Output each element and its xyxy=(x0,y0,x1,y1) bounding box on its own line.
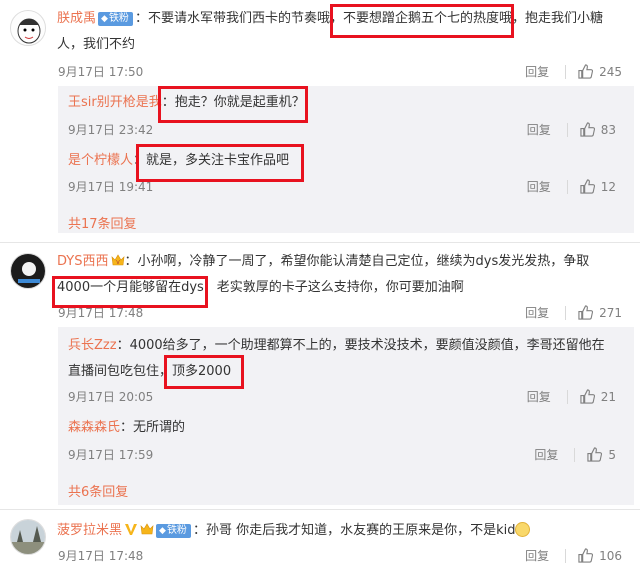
reply-username[interactable]: 兵长Zzz xyxy=(68,338,117,353)
like-count: 83 xyxy=(600,122,616,137)
smile-emoji-icon xyxy=(515,522,531,537)
like-count: 271 xyxy=(599,305,622,320)
svg-text:V: V xyxy=(116,260,120,266)
username[interactable]: 朕成禹 xyxy=(57,11,96,26)
comment-time: 9月17日 17:50 xyxy=(58,65,144,79)
reply-time: 9月17日 19:41 xyxy=(68,180,154,194)
reply-username[interactable]: 是个柠檬人 xyxy=(68,153,133,168)
reply-list: 兵长Zzz：4000给多了，一个助理都算不上的，要技术没技术，要颜值没颜值，李哥… xyxy=(58,327,634,505)
avatar[interactable] xyxy=(10,253,46,289)
reply-actions: 回复 21 xyxy=(527,388,616,405)
thumbs-up-icon xyxy=(578,548,594,563)
thumbs-up-icon xyxy=(580,389,595,404)
reply-text-line-1: ：4000给多了，一个助理都算不上的，要技术没技术，要颜值没颜值，李哥还留他在 xyxy=(116,338,605,353)
reply-text: ：就是，多关注卡宝作品吧 xyxy=(133,153,290,168)
reply-username[interactable]: 王sir别开枪是我 xyxy=(68,95,162,110)
action-divider xyxy=(566,179,568,194)
reply-body: 兵长Zzz：4000给多了，一个助理都算不上的，要技术没技术，要颜值没颜值，李哥… xyxy=(68,333,608,385)
like-button[interactable]: 21 xyxy=(580,389,616,404)
comment-2: DYS西西 V ：小孙啊，冷静了一周了，希望你能认清楚自己定位，继续为dys发光发热… xyxy=(0,243,640,505)
comment-actions: 回复 106 xyxy=(525,547,622,564)
reply-actions: 回复 12 xyxy=(527,178,616,195)
action-divider xyxy=(574,447,576,462)
reply-button[interactable]: 回复 xyxy=(525,547,549,564)
reply-button[interactable]: 回复 xyxy=(525,63,549,80)
like-button[interactable]: 12 xyxy=(580,179,616,194)
comment-text-line-2: 人，我们不约 xyxy=(57,37,136,52)
reply-list: 王sir别开枪是我：抱走？你就是起重机？ 9月17日 23:42 回复 83 是… xyxy=(58,86,634,233)
avatar[interactable] xyxy=(10,519,46,555)
comment-body: 菠罗拉米黑 ◆铁粉 ：孙哥 你走后我才知道，水友赛的王原来是你，不是kid xyxy=(57,518,627,544)
comment-text: ：孙哥 你走后我才知道，水友赛的王原来是你，不是kid xyxy=(192,523,516,538)
avatar-logo-icon xyxy=(11,254,45,288)
like-count: 21 xyxy=(600,389,616,404)
comment-text-line-1: ：不要请水军带我们西卡的节奏哦，不要想蹭企鹅五个七的热度哦，抱走我们小糖 xyxy=(134,11,603,26)
reply-button[interactable]: 回复 xyxy=(527,178,551,195)
comment-actions: 回复 271 xyxy=(525,304,622,321)
comment-actions: 回复 245 xyxy=(525,63,622,80)
reply-body: 王sir别开枪是我：抱走？你就是起重机？ xyxy=(68,90,608,116)
comment-text-line-2: 4000一个月能够留在dys，老实敦厚的卡子这么支持你，你可要加油啊 xyxy=(57,280,464,295)
reply-text-line-2: 直播间包吃包住，顶多2000 xyxy=(68,364,232,379)
action-divider xyxy=(565,64,567,79)
reply-time: 9月17日 23:42 xyxy=(68,123,154,137)
comment-text-line-1: ：小孙啊，冷静了一周了，希望你能认清楚自己定位，继续为dys发光发热，争取 xyxy=(124,254,590,269)
like-button[interactable]: 106 xyxy=(578,548,622,563)
fan-badge: ◆铁粉 xyxy=(98,12,133,26)
like-count: 106 xyxy=(599,548,622,563)
action-divider xyxy=(566,389,568,404)
badge-icon: ◆ xyxy=(101,14,108,24)
comment-3: 菠罗拉米黑 ◆铁粉 ：孙哥 你走后我才知道，水友赛的王原来是你，不是kid 9月17… xyxy=(0,510,640,571)
like-count: 5 xyxy=(608,447,616,462)
reply-body: 是个柠檬人：就是，多关注卡宝作品吧 xyxy=(68,148,608,174)
username[interactable]: 菠罗拉米黑 xyxy=(57,523,122,538)
more-replies-link[interactable]: 共17条回复 xyxy=(68,213,137,232)
reply-button[interactable]: 回复 xyxy=(534,446,558,463)
action-divider xyxy=(565,548,567,563)
comment-1: 朕成禹 ◆铁粉 ：不要请水军带我们西卡的节奏哦，不要想蹭企鹅五个七的热度哦，抱走我们… xyxy=(0,0,640,233)
username[interactable]: DYS西西 xyxy=(57,254,109,269)
badge-icon: ◆ xyxy=(159,526,166,536)
reply-actions: 回复 5 xyxy=(534,446,616,463)
reply-text: ：无所谓的 xyxy=(120,420,186,435)
like-count: 245 xyxy=(599,64,622,79)
reply-text: ：抱走？你就是起重机？ xyxy=(161,95,305,110)
reply-button[interactable]: 回复 xyxy=(525,304,549,321)
reply-time: 9月17日 20:05 xyxy=(68,390,154,404)
thumbs-up-icon xyxy=(587,447,603,462)
avatar-cartoon-icon xyxy=(11,11,45,45)
vip-v-icon xyxy=(125,524,138,535)
fan-badge: ◆铁粉 xyxy=(156,524,191,538)
avatar-landscape-icon xyxy=(11,520,45,554)
like-button[interactable]: 5 xyxy=(587,447,616,462)
like-count: 12 xyxy=(600,179,616,194)
like-button[interactable]: 245 xyxy=(578,64,622,79)
thumbs-up-icon xyxy=(580,179,595,194)
vip-crown-icon: V xyxy=(111,254,124,266)
thumbs-up-icon xyxy=(578,64,594,79)
reply-button[interactable]: 回复 xyxy=(527,121,551,138)
vip-crown-icon xyxy=(140,523,154,535)
reply-username[interactable]: 森森森氏 xyxy=(68,420,120,435)
thumbs-up-icon xyxy=(578,305,594,320)
comment-body: DYS西西 V ：小孙啊，冷静了一周了，希望你能认清楚自己定位，继续为dys发光发热… xyxy=(57,249,627,301)
thumbs-up-icon xyxy=(580,122,595,137)
reply-button[interactable]: 回复 xyxy=(527,388,551,405)
comment-body: 朕成禹 ◆铁粉 ：不要请水军带我们西卡的节奏哦，不要想蹭企鹅五个七的热度哦，抱走我们… xyxy=(57,6,627,58)
more-replies-link[interactable]: 共6条回复 xyxy=(68,481,128,500)
action-divider xyxy=(566,122,568,137)
like-button[interactable]: 271 xyxy=(578,305,622,320)
reply-body: 森森森氏：无所谓的 xyxy=(68,415,608,441)
like-button[interactable]: 83 xyxy=(580,122,616,137)
avatar[interactable] xyxy=(10,10,46,46)
comment-time: 9月17日 17:48 xyxy=(58,306,144,320)
action-divider xyxy=(565,305,567,320)
reply-actions: 回复 83 xyxy=(527,121,616,138)
comment-time: 9月17日 17:48 xyxy=(58,549,144,563)
reply-time: 9月17日 17:59 xyxy=(68,448,154,462)
